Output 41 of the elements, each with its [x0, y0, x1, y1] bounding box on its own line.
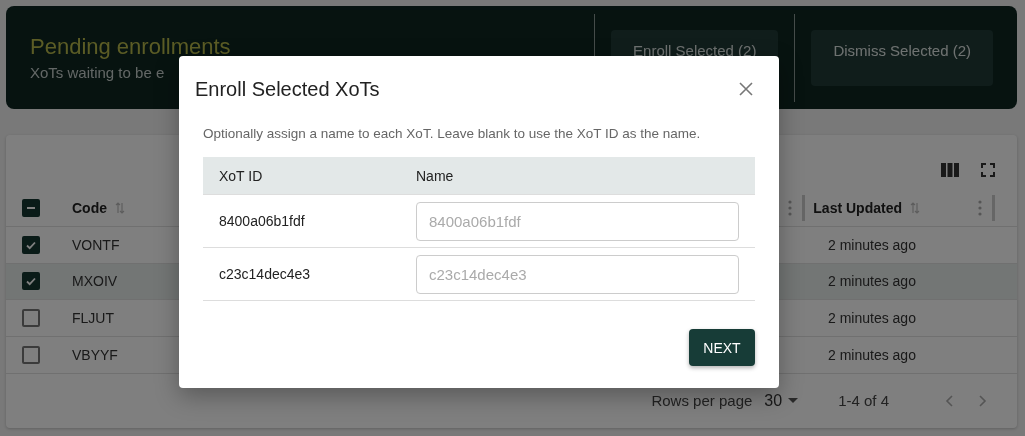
- name-input[interactable]: c23c14dec4e3: [416, 254, 739, 294]
- next-page-icon[interactable]: [979, 394, 987, 407]
- caret-icon: [788, 397, 799, 404]
- row-checkbox[interactable]: [22, 345, 40, 364]
- next-button[interactable]: NEXT: [689, 329, 755, 366]
- page-range: 1-4 of 4: [838, 392, 889, 410]
- sort-icon[interactable]: [910, 201, 920, 214]
- page-title: Pending enrollments: [30, 34, 231, 60]
- more-icon[interactable]: [788, 199, 793, 216]
- dialog-title: Enroll Selected XoTs: [195, 77, 380, 101]
- column-header: Name: [416, 167, 454, 184]
- table-cell-text: 2 minutes ago: [828, 273, 917, 290]
- select-all-checkbox[interactable]: [22, 198, 40, 217]
- rows-per-page-select[interactable]: 30: [758, 390, 805, 411]
- name-input[interactable]: 8400a06b1fdf: [416, 201, 739, 241]
- table-cell-text: 2 minutes ago: [828, 310, 917, 327]
- row-checkbox[interactable]: [22, 272, 40, 291]
- columns-icon[interactable]: [941, 163, 959, 178]
- row-checkbox[interactable]: [22, 309, 40, 328]
- table-cell-text: c23c14dec4e3: [219, 266, 312, 282]
- page-subtitle: XoTs waiting to be e: [30, 64, 166, 81]
- dismiss-button[interactable]: Dismiss Selected (2): [811, 29, 993, 86]
- column-header[interactable]: Code: [72, 199, 107, 216]
- table-cell: VONTF: [72, 236, 120, 253]
- close-icon[interactable]: [739, 82, 753, 96]
- previous-page-icon[interactable]: [945, 394, 953, 407]
- table-cell-text: 2 minutes ago: [828, 236, 917, 253]
- fullscreen-icon[interactable]: [981, 163, 995, 178]
- table-cell: FLJUT: [72, 310, 114, 327]
- table-cell-text: 8400a06b1fdf: [219, 213, 306, 229]
- row-checkbox[interactable]: [22, 235, 40, 254]
- sort-icon[interactable]: [115, 201, 125, 214]
- check-icon: [25, 275, 37, 288]
- table-cell: MXOIV: [72, 273, 118, 290]
- rows-per-page-label: Rows per page: [651, 392, 753, 410]
- column-header[interactable]: Last Updated: [813, 199, 902, 216]
- dialog-description: Optionally assign a name to each XoT. Leave blank to use the XoT ID as the name.: [203, 126, 702, 141]
- column-header: XoT ID: [219, 167, 264, 184]
- table-cell-text: 2 minutes ago: [828, 346, 917, 363]
- more-icon[interactable]: [978, 199, 982, 216]
- table-cell: VBYYF: [72, 346, 118, 363]
